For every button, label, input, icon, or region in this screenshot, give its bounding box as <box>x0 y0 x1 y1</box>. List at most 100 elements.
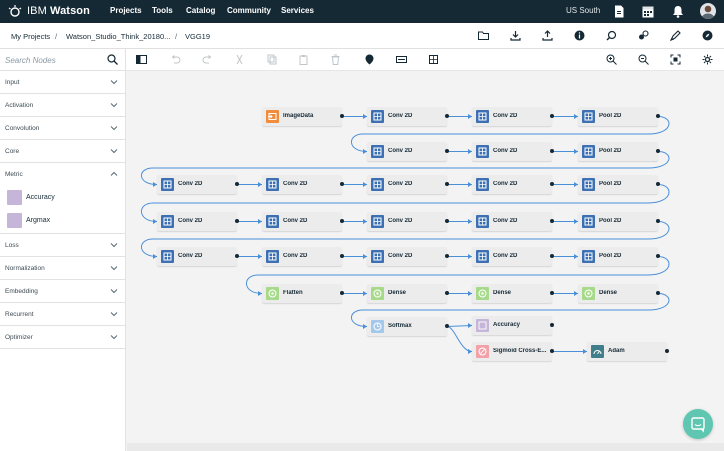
breadcrumb-project[interactable]: Watson_Studio_Think_20180... <box>66 32 170 41</box>
output-port[interactable] <box>550 323 554 327</box>
output-port[interactable] <box>235 219 239 223</box>
publish-icon[interactable] <box>670 30 681 41</box>
output-port[interactable] <box>340 219 344 223</box>
nav-projects[interactable]: Projects <box>110 6 142 15</box>
zoom-in-icon[interactable] <box>606 54 617 65</box>
zoom-out-icon[interactable] <box>638 54 649 65</box>
node-pool-2d[interactable]: Pool 2D <box>578 107 660 126</box>
output-port[interactable] <box>550 291 554 295</box>
arrange-horizontal-icon[interactable] <box>396 54 407 65</box>
nav-services[interactable]: Services <box>281 6 314 15</box>
node-adam[interactable]: Adam <box>587 342 669 361</box>
output-port[interactable] <box>656 254 660 258</box>
user-avatar[interactable] <box>700 3 716 19</box>
category-input[interactable]: Input <box>0 71 126 94</box>
palette-node-accuracy[interactable]: Accuracy <box>0 187 126 209</box>
node-conv-2d[interactable]: Conv 2D <box>157 175 239 194</box>
node-flatten[interactable]: Flatten <box>262 284 344 303</box>
output-port[interactable] <box>235 254 239 258</box>
redo-icon[interactable] <box>202 54 213 65</box>
output-port[interactable] <box>550 149 554 153</box>
node-conv-2d[interactable]: Conv 2D <box>472 175 554 194</box>
node-conv-2d[interactable]: Conv 2D <box>367 175 449 194</box>
region-selector[interactable]: US South <box>566 6 600 15</box>
node-conv-2d[interactable]: Conv 2D <box>472 247 554 266</box>
node-conv-2d[interactable]: Conv 2D <box>262 175 344 194</box>
output-port[interactable] <box>445 149 449 153</box>
document-icon[interactable] <box>613 5 625 18</box>
node-conv-2d[interactable]: Conv 2D <box>367 212 449 231</box>
output-port[interactable] <box>445 219 449 223</box>
output-port[interactable] <box>656 182 660 186</box>
undo-icon[interactable] <box>170 54 181 65</box>
notification-bell-icon[interactable] <box>672 5 684 18</box>
category-metric[interactable]: Metric <box>0 163 126 186</box>
category-embedding[interactable]: Embedding <box>0 280 126 303</box>
search-icon[interactable] <box>107 54 118 65</box>
nav-community[interactable]: Community <box>227 6 271 15</box>
output-port[interactable] <box>550 114 554 118</box>
output-port[interactable] <box>550 182 554 186</box>
output-port[interactable] <box>656 149 660 153</box>
node-pool-2d[interactable]: Pool 2D <box>578 212 660 231</box>
node-pool-2d[interactable]: Pool 2D <box>578 175 660 194</box>
output-port[interactable] <box>656 219 660 223</box>
output-port[interactable] <box>656 114 660 118</box>
output-port[interactable] <box>445 254 449 258</box>
search-nodes-input[interactable] <box>5 54 100 66</box>
node-dense[interactable]: Dense <box>472 284 554 303</box>
upload-icon[interactable] <box>542 30 553 41</box>
output-port[interactable] <box>445 114 449 118</box>
category-loss[interactable]: Loss <box>0 234 126 257</box>
cut-icon[interactable] <box>234 54 245 65</box>
comment-icon[interactable] <box>364 54 375 65</box>
node-pool-2d[interactable]: Pool 2D <box>578 142 660 161</box>
output-port[interactable] <box>340 291 344 295</box>
node-conv-2d[interactable]: Conv 2D <box>262 247 344 266</box>
info-icon[interactable] <box>574 30 585 41</box>
output-port[interactable] <box>550 254 554 258</box>
node-dense[interactable]: Dense <box>367 284 449 303</box>
node-softmax[interactable]: Softmax <box>367 317 449 336</box>
node-conv-2d[interactable]: Conv 2D <box>262 212 344 231</box>
output-port[interactable] <box>550 219 554 223</box>
toggle-palette-icon[interactable] <box>136 54 147 65</box>
output-port[interactable] <box>340 182 344 186</box>
node-conv-2d[interactable]: Conv 2D <box>157 212 239 231</box>
output-port[interactable] <box>340 254 344 258</box>
copy-icon[interactable] <box>266 54 277 65</box>
category-normalization[interactable]: Normalization <box>0 257 126 280</box>
category-recurrent[interactable]: Recurrent <box>0 303 126 326</box>
brand-title[interactable]: IBM Watson <box>27 5 90 17</box>
output-port[interactable] <box>665 349 669 353</box>
node-accuracy[interactable]: Accuracy <box>472 316 554 335</box>
download-icon[interactable] <box>510 30 521 41</box>
output-port[interactable] <box>550 349 554 353</box>
breadcrumb-my-projects[interactable]: My Projects <box>11 32 50 41</box>
category-optimizer[interactable]: Optimizer <box>0 326 126 349</box>
output-port[interactable] <box>235 182 239 186</box>
output-port[interactable] <box>445 182 449 186</box>
node-pool-2d[interactable]: Pool 2D <box>578 247 660 266</box>
node-conv-2d[interactable]: Conv 2D <box>472 212 554 231</box>
compass-icon[interactable] <box>702 30 713 41</box>
output-port[interactable] <box>656 291 660 295</box>
node-imagedata[interactable]: ImageData <box>262 107 344 126</box>
share-icon[interactable] <box>638 30 649 41</box>
node-dense[interactable]: Dense <box>578 284 660 303</box>
hyperparameter-icon[interactable] <box>606 30 617 41</box>
folder-icon[interactable] <box>478 30 489 41</box>
arrange-vertical-icon[interactable] <box>428 54 439 65</box>
node-conv-2d[interactable]: Conv 2D <box>367 247 449 266</box>
node-sigmoid-cross-e[interactable]: Sigmoid Cross-E... <box>472 342 554 361</box>
canvas-scrollbar[interactable] <box>127 443 724 451</box>
category-core[interactable]: Core <box>0 140 126 163</box>
nav-catalog[interactable]: Catalog <box>186 6 215 15</box>
fit-to-screen-icon[interactable] <box>670 54 681 65</box>
node-conv-2d[interactable]: Conv 2D <box>367 142 449 161</box>
output-port[interactable] <box>445 324 449 328</box>
output-port[interactable] <box>340 114 344 118</box>
settings-gear-icon[interactable] <box>702 54 713 65</box>
category-activation[interactable]: Activation <box>0 94 126 117</box>
nav-tools[interactable]: Tools <box>152 6 173 15</box>
